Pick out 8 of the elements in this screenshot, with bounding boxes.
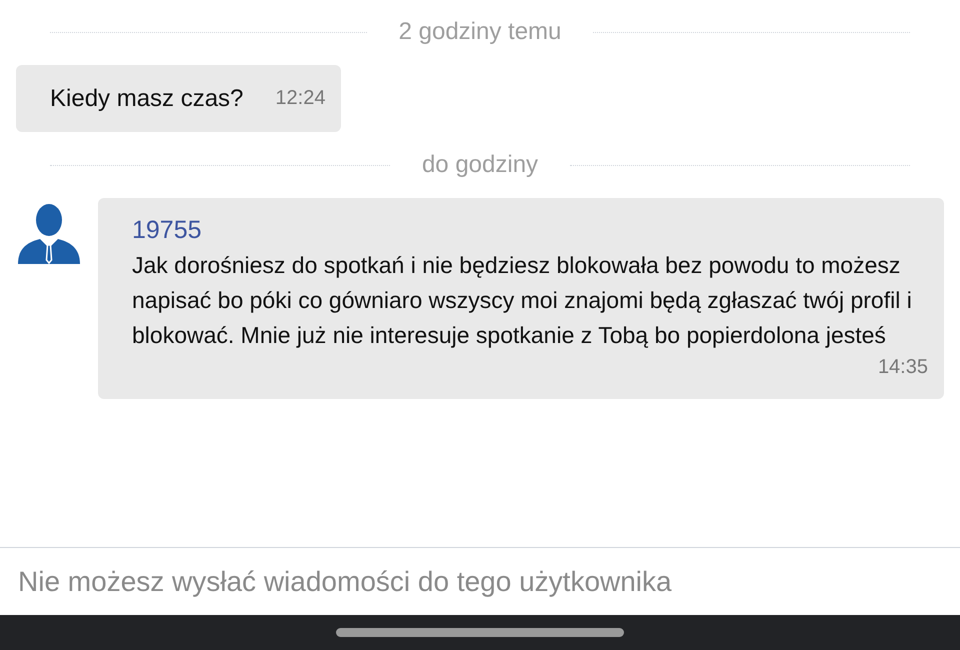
message-text: Kiedy masz czas? xyxy=(50,84,244,114)
date-separator: 2 godziny temu xyxy=(398,17,562,47)
message-time: 14:35 xyxy=(878,355,928,380)
sender-name: 19755 xyxy=(132,215,202,246)
message-time: 12:24 xyxy=(275,86,326,111)
message-text: Jak dorośniesz do spotkań i nie będziesz blokowała bez powodu to możesz napisać bo póki co gówniaro wszyscy moi znajomi będą zgłaszać twój profil i blokować. Mnie już nie interesuje spotkanie z Tobą bo popierdolona jesteś xyxy=(132,251,913,350)
home-indicator[interactable] xyxy=(336,628,624,637)
date-separator: do godziny xyxy=(422,150,538,180)
